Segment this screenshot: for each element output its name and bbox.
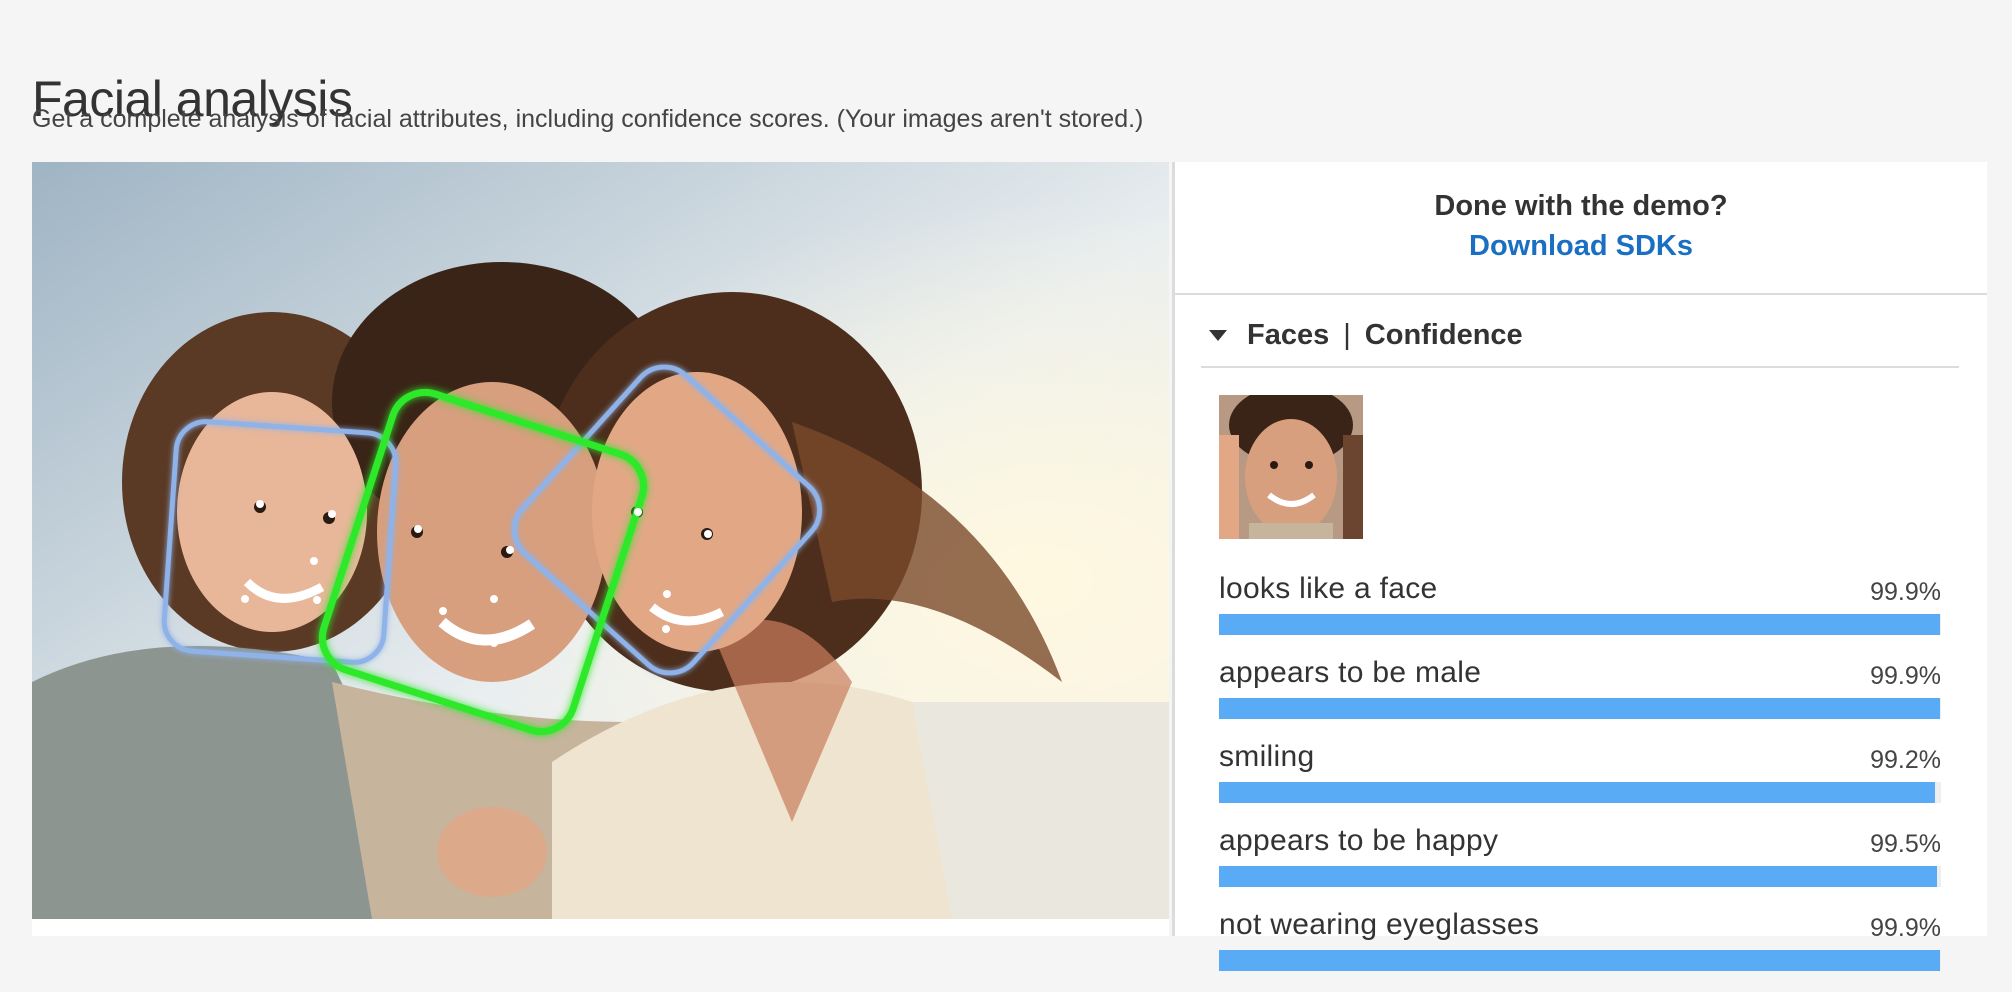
confidence-bar-fill bbox=[1219, 866, 1938, 887]
analyzed-photo bbox=[32, 162, 1169, 919]
attribute-confidence: 99.9% bbox=[1870, 662, 1941, 690]
attribute-label: appears to be happy bbox=[1219, 824, 1499, 857]
demo-question: Done with the demo? bbox=[1434, 190, 1728, 222]
attribute-list: looks like a face 99.9% appears to be ma… bbox=[1219, 572, 1941, 992]
attribute-row: not wearing eyeglasses 99.9% bbox=[1219, 908, 1941, 992]
confidence-bar-fill bbox=[1219, 782, 1936, 803]
attribute-label: appears to be male bbox=[1219, 656, 1482, 689]
confidence-bar bbox=[1219, 614, 1941, 635]
attribute-confidence: 99.9% bbox=[1870, 914, 1941, 942]
confidence-bar bbox=[1219, 866, 1941, 887]
attribute-row: looks like a face 99.9% bbox=[1219, 572, 1941, 656]
attribute-label: smiling bbox=[1219, 740, 1315, 773]
faces-header-label: Faces bbox=[1247, 318, 1330, 351]
confidence-bar bbox=[1219, 782, 1941, 803]
attribute-row: appears to be happy 99.5% bbox=[1219, 824, 1941, 908]
face-thumbnail-selected[interactable] bbox=[1219, 395, 1363, 539]
confidence-bar-fill bbox=[1219, 950, 1941, 971]
attribute-label: not wearing eyeglasses bbox=[1219, 908, 1540, 941]
header-separator: | bbox=[1343, 318, 1351, 351]
confidence-bar bbox=[1219, 950, 1941, 971]
download-sdks-link[interactable]: Download SDKs bbox=[1175, 230, 1987, 263]
attribute-row: appears to be male 99.9% bbox=[1219, 656, 1941, 740]
caret-down-icon bbox=[1209, 329, 1227, 341]
confidence-bar bbox=[1219, 698, 1941, 719]
page-subtitle: Get a complete analysis of facial attrib… bbox=[32, 105, 1144, 133]
attribute-confidence: 99.2% bbox=[1870, 746, 1941, 774]
confidence-header-label: Confidence bbox=[1364, 318, 1523, 351]
results-panel: Done with the demo? Download SDKs Faces … bbox=[1172, 162, 1987, 971]
attribute-confidence: 99.9% bbox=[1870, 578, 1941, 606]
attribute-label: looks like a face bbox=[1219, 572, 1438, 605]
demo-callout: Done with the demo? Download SDKs bbox=[1175, 162, 1987, 295]
image-footer-strip bbox=[32, 919, 1169, 936]
confidence-bar-fill bbox=[1219, 614, 1941, 635]
attribute-row: smiling 99.2% bbox=[1219, 740, 1941, 824]
faces-confidence-toggle[interactable]: Faces | Confidence bbox=[1201, 304, 1959, 368]
confidence-bar-fill bbox=[1219, 698, 1941, 719]
attribute-confidence: 99.5% bbox=[1870, 830, 1941, 858]
